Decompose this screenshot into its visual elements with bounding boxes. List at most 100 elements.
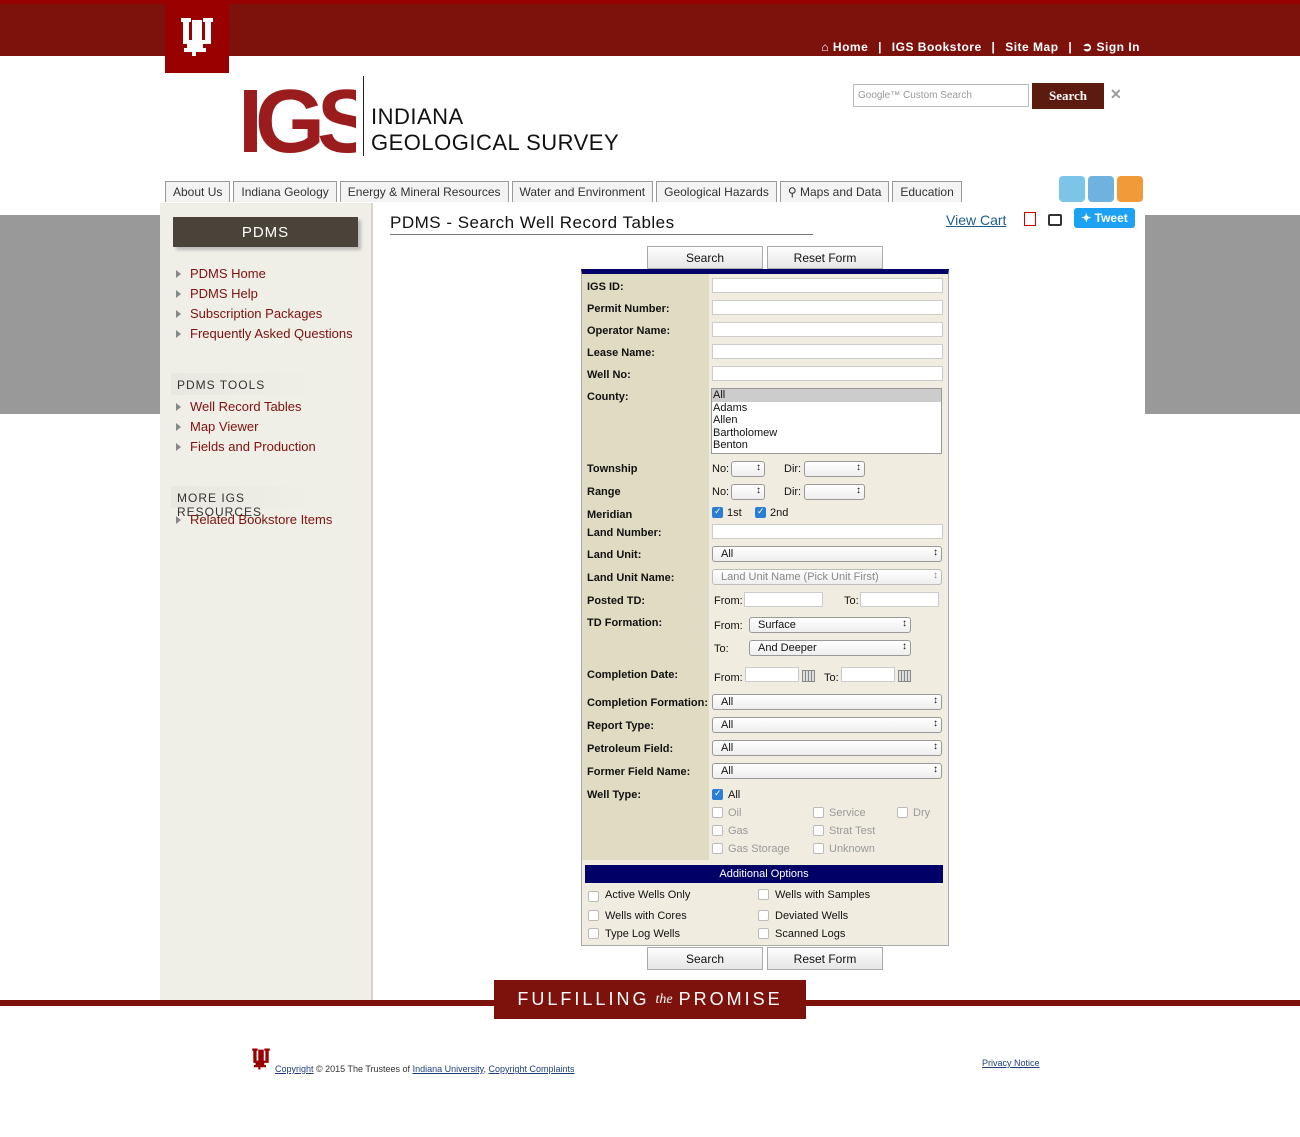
- petroleum-field-select[interactable]: All: [712, 740, 942, 756]
- well-no-label: Well No:: [587, 369, 631, 381]
- range-no-label: No:: [712, 486, 730, 498]
- copyright-link[interactable]: Copyright: [275, 1064, 314, 1074]
- privacy-notice-link[interactable]: Privacy Notice: [982, 1058, 1040, 1068]
- completion-formation-select[interactable]: All: [712, 694, 942, 710]
- well-type-gas-storage-checkbox[interactable]: [712, 843, 723, 854]
- sidebar-item-faq[interactable]: Frequently Asked Questions: [176, 324, 353, 344]
- pdms-links: PDMS Home PDMS Help Subscription Package…: [176, 264, 353, 344]
- site-search-button[interactable]: Search: [1032, 83, 1104, 109]
- well-type-service-checkbox[interactable]: [813, 807, 824, 818]
- additional-options-header: Additional Options: [585, 865, 943, 883]
- print-icon[interactable]: [1048, 214, 1062, 226]
- well-no-input[interactable]: [712, 366, 943, 381]
- land-unit-select[interactable]: All: [712, 546, 942, 562]
- tab-about-us[interactable]: About Us: [165, 181, 231, 202]
- well-type-gas-label: Gas: [728, 825, 749, 837]
- posted-td-to-input[interactable]: [860, 592, 939, 607]
- tab-maps-data[interactable]: ⚲ Maps and Data: [779, 181, 890, 202]
- sidebar-item-subscription[interactable]: Subscription Packages: [176, 304, 353, 324]
- tagline-the: the: [655, 991, 673, 1007]
- well-type-dry-checkbox[interactable]: [897, 807, 908, 818]
- reset-form-button-bottom[interactable]: Reset Form: [767, 947, 883, 970]
- well-type-oil-label: Oil: [728, 807, 742, 819]
- completion-date-to-input[interactable]: [841, 667, 895, 682]
- sidebar-item-bookstore-items[interactable]: Related Bookstore Items: [176, 510, 332, 530]
- twitter-icon[interactable]: [1059, 176, 1085, 202]
- pdf-icon[interactable]: [1024, 212, 1036, 226]
- well-type-all-checkbox[interactable]: [712, 788, 723, 800]
- copyright-complaints-link[interactable]: Copyright Complaints: [488, 1064, 574, 1074]
- indiana-university-link[interactable]: Indiana University: [413, 1064, 484, 1074]
- land-unit-name-select[interactable]: Land Unit Name (Pick Unit First): [712, 569, 942, 585]
- clear-search-icon[interactable]: ✕: [1110, 86, 1122, 103]
- permit-input[interactable]: [712, 300, 943, 315]
- td-formation-from-select[interactable]: Surface: [749, 617, 911, 633]
- tab-indiana-geology[interactable]: Indiana Geology: [233, 181, 337, 202]
- meridian-1st-checkbox[interactable]: [712, 506, 723, 518]
- county-option[interactable]: Benton: [712, 439, 941, 452]
- former-field-select[interactable]: All: [712, 763, 942, 779]
- calendar-icon[interactable]: [802, 670, 815, 682]
- igs-id-input[interactable]: [712, 278, 943, 293]
- township-dir-select[interactable]: [804, 461, 865, 477]
- lease-input[interactable]: [712, 344, 943, 359]
- search-button-top[interactable]: Search: [647, 246, 763, 269]
- nav-separator: |: [991, 40, 996, 54]
- type-log-wells-label: Type Log Wells: [605, 928, 681, 940]
- tab-education[interactable]: Education: [892, 181, 962, 202]
- iu-trident-logo[interactable]: [165, 0, 229, 73]
- well-type-strat-checkbox[interactable]: [813, 825, 824, 836]
- posted-td-from-label: From:: [714, 595, 743, 607]
- report-type-select[interactable]: All: [712, 717, 942, 733]
- range-dir-select[interactable]: [804, 484, 865, 500]
- tab-maps-data-label: Maps and Data: [799, 185, 882, 199]
- type-log-wells-checkbox[interactable]: [588, 928, 599, 939]
- sitemap-link[interactable]: Site Map: [1005, 40, 1058, 54]
- sidebar-item-fields-production[interactable]: Fields and Production: [176, 437, 316, 457]
- meridian-2nd-checkbox[interactable]: [755, 506, 766, 518]
- well-type-unknown-checkbox[interactable]: [813, 843, 824, 854]
- operator-input[interactable]: [712, 322, 943, 337]
- sidebar-item-well-record[interactable]: Well Record Tables: [176, 397, 316, 417]
- sidebar-item-pdms-home[interactable]: PDMS Home: [176, 264, 353, 284]
- sign-in-link[interactable]: Sign In: [1097, 40, 1141, 54]
- copyright-text: © 2015 The Trustees of: [313, 1064, 413, 1074]
- igs-logo[interactable]: IGS: [238, 72, 382, 172]
- email-icon[interactable]: [1088, 176, 1114, 202]
- tweet-button[interactable]: ✦ Tweet: [1074, 208, 1135, 228]
- search-button-bottom[interactable]: Search: [647, 947, 763, 970]
- completion-date-from-input[interactable]: [745, 667, 799, 682]
- county-listbox[interactable]: All Adams Allen Bartholomew Benton: [711, 388, 942, 454]
- county-label: County:: [587, 391, 629, 403]
- view-cart-link[interactable]: View Cart: [946, 212, 1006, 228]
- bookstore-link[interactable]: IGS Bookstore: [892, 40, 982, 54]
- sidebar-item-pdms-help[interactable]: PDMS Help: [176, 284, 353, 304]
- reset-form-button-top[interactable]: Reset Form: [767, 246, 883, 269]
- tab-water-environment[interactable]: Water and Environment: [511, 181, 654, 202]
- scanned-logs-checkbox[interactable]: [758, 928, 769, 939]
- rss-icon[interactable]: [1117, 176, 1143, 202]
- wells-samples-checkbox[interactable]: [758, 889, 769, 900]
- sidebar-item-map-viewer[interactable]: Map Viewer: [176, 417, 316, 437]
- td-formation-to-select[interactable]: And Deeper: [749, 640, 911, 656]
- county-option[interactable]: Allen: [712, 414, 941, 427]
- well-type-oil-checkbox[interactable]: [712, 807, 723, 818]
- range-no-select[interactable]: [731, 484, 765, 500]
- tab-energy-mineral[interactable]: Energy & Mineral Resources: [339, 181, 509, 202]
- township-no-select[interactable]: [731, 461, 765, 477]
- home-link[interactable]: Home: [833, 40, 868, 54]
- iu-footer-trident-icon[interactable]: [250, 1046, 272, 1077]
- county-option[interactable]: All: [712, 389, 941, 402]
- county-option[interactable]: Bartholomew: [712, 427, 941, 440]
- well-type-gas-checkbox[interactable]: [712, 825, 723, 836]
- tab-geological-hazards[interactable]: Geological Hazards: [656, 181, 777, 202]
- posted-td-from-input[interactable]: [744, 592, 823, 607]
- active-wells-checkbox[interactable]: [588, 891, 599, 902]
- wells-cores-checkbox[interactable]: [588, 910, 599, 921]
- deviated-wells-checkbox[interactable]: [758, 910, 769, 921]
- calendar-icon[interactable]: [898, 670, 911, 682]
- land-number-input[interactable]: [712, 524, 943, 539]
- td-formation-from-label: From:: [714, 620, 743, 632]
- county-option[interactable]: Adams: [712, 402, 941, 415]
- site-search-input[interactable]: Google™ Custom Search: [853, 84, 1029, 107]
